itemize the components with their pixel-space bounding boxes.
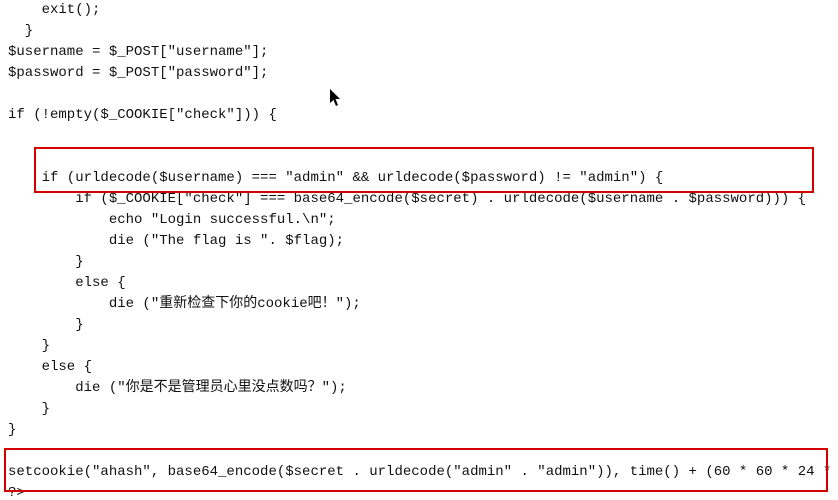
- code-line-11: echo "Login successful.\n";: [8, 212, 336, 228]
- code-line-20: }: [8, 401, 50, 417]
- code-line-1: exit();: [8, 2, 100, 18]
- code-line-4: $password = $_POST["password"];: [8, 65, 268, 81]
- code-line-15: die ("重新检查下你的cookie吧！");: [8, 296, 361, 312]
- code-line-19: die ("你是不是管理员心里没点数吗？");: [8, 380, 347, 396]
- code-line-12: die ("The flag is ". $flag);: [8, 233, 344, 249]
- code-line-16: }: [8, 317, 84, 333]
- code-line-14: else {: [8, 275, 126, 291]
- code-line-17: }: [8, 338, 50, 354]
- code-line-10: if ($_COOKIE["check"] === base64_encode(…: [8, 191, 806, 207]
- code-line-6: if (!empty($_COOKIE["check"])) {: [8, 107, 277, 123]
- code-content: exit(); } $username = $_POST["username"]…: [8, 0, 830, 500]
- code-line-2: }: [8, 23, 33, 39]
- code-line-23: setcookie("ahash", base64_encode($secret…: [8, 464, 838, 480]
- code-block: exit(); } $username = $_POST["username"]…: [0, 0, 838, 500]
- code-line-3: $username = $_POST["username"];: [8, 44, 268, 60]
- code-line-9: if (urldecode($username) === "admin" && …: [8, 170, 663, 186]
- code-line-13: }: [8, 254, 84, 270]
- code-line-24: ?>: [8, 485, 25, 500]
- code-line-18: else {: [8, 359, 92, 375]
- code-line-21: }: [8, 422, 16, 438]
